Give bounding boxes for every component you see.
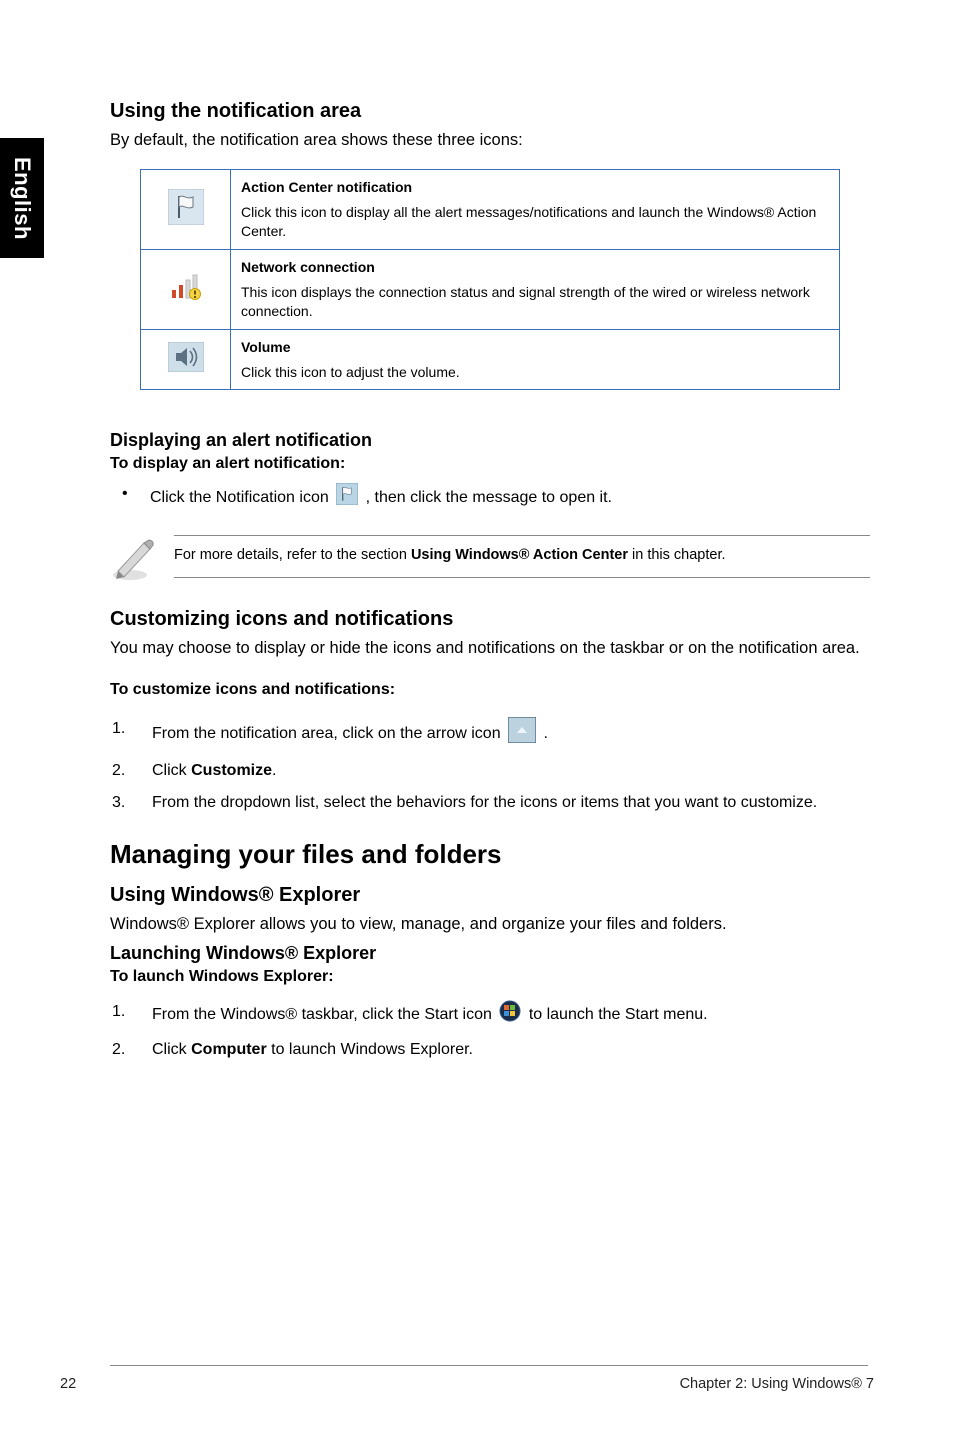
icon-cell-volume — [141, 329, 231, 390]
list-item: 1. From the Windows® taskbar, click the … — [110, 1000, 870, 1030]
cell-network: Network connection This icon displays th… — [231, 249, 840, 329]
page-number: 22 — [60, 1376, 76, 1392]
list-item: 2. Click Customize. — [110, 759, 870, 783]
subhead-display-alert: To display an alert notification: — [110, 455, 870, 473]
heading-using-explorer: Using Windows® Explorer — [110, 884, 870, 907]
text: , then click the message to open it. — [366, 489, 612, 506]
text: . — [272, 762, 276, 779]
text: For more details, refer to the section — [174, 547, 411, 563]
footer-divider — [110, 1365, 868, 1366]
cell-volume: Volume Click this icon to adjust the vol… — [231, 329, 840, 390]
lead-customizing: You may choose to display or hide the ic… — [110, 637, 870, 659]
volume-icon — [168, 342, 204, 372]
heading-notification-area: Using the notification area — [110, 100, 870, 123]
language-tab: English — [0, 138, 44, 258]
text: in this chapter. — [628, 547, 726, 563]
notification-icons-table: Action Center notification Click this ic… — [140, 169, 840, 390]
page-root: English Using the notification area By d… — [0, 0, 954, 1438]
text: . — [544, 725, 548, 742]
cell-title: Action Center notification — [241, 178, 829, 197]
icon-cell-action-center — [141, 170, 231, 250]
text: From the notification area, click on the… — [152, 725, 505, 742]
table-row: Action Center notification Click this ic… — [141, 170, 840, 250]
heading-managing-files: Managing your files and folders — [110, 839, 870, 870]
subhead-customize: To customize icons and notifications: — [110, 681, 870, 699]
divider — [174, 535, 870, 536]
cell-desc: Click this icon to display all the alert… — [241, 204, 816, 239]
list-item: Click the Notification icon , then click… — [114, 483, 870, 512]
list-item: 2. Click Computer to launch Windows Expl… — [110, 1038, 870, 1062]
text: to launch the Start menu. — [529, 1007, 708, 1024]
text-bold: Customize — [191, 762, 272, 779]
lead-explorer: Windows® Explorer allows you to view, ma… — [110, 913, 870, 935]
chapter-label: Chapter 2: Using Windows® 7 — [680, 1376, 874, 1392]
language-tab-label: English — [9, 157, 35, 240]
icon-cell-network — [141, 249, 231, 329]
text: to launch Windows Explorer. — [267, 1041, 473, 1058]
subhead-launch-explorer: To launch Windows Explorer: — [110, 968, 870, 986]
heading-displaying-alert: Displaying an alert notification — [110, 430, 870, 451]
note-text: For more details, refer to the section U… — [174, 546, 870, 566]
text: From the dropdown list, select the behav… — [152, 794, 817, 811]
alert-steps-list: Click the Notification icon , then click… — [114, 483, 870, 512]
number: 2. — [112, 1038, 125, 1062]
list-item: 3. From the dropdown list, select the be… — [110, 791, 870, 815]
heading-customizing: Customizing icons and notifications — [110, 608, 870, 631]
text-bold: Using Windows® Action Center — [411, 547, 628, 563]
cell-title: Volume — [241, 338, 829, 357]
arrow-tray-icon — [508, 717, 536, 751]
footer: 22 Chapter 2: Using Windows® 7 — [60, 1376, 874, 1392]
pencil-note-icon — [110, 533, 156, 586]
lead-notification-area: By default, the notification area shows … — [110, 129, 870, 151]
notification-flag-icon — [336, 483, 358, 512]
text-bold: Computer — [191, 1041, 267, 1058]
number: 3. — [112, 791, 125, 815]
heading-launching-explorer: Launching Windows® Explorer — [110, 943, 870, 964]
cell-desc: Click this icon to adjust the volume. — [241, 364, 460, 380]
text: From the Windows® taskbar, click the Sta… — [152, 1007, 496, 1024]
number: 2. — [112, 759, 125, 783]
number: 1. — [112, 717, 125, 741]
customize-steps-list: 1. From the notification area, click on … — [110, 717, 870, 815]
cell-desc: This icon displays the connection status… — [241, 284, 810, 319]
content-area: Using the notification area By default, … — [110, 100, 870, 1070]
start-orb-icon — [499, 1000, 521, 1030]
action-center-flag-icon — [168, 189, 204, 225]
table-row: Network connection This icon displays th… — [141, 249, 840, 329]
note-text-wrap: For more details, refer to the section U… — [174, 535, 870, 579]
text: Click — [152, 762, 191, 779]
table-row: Volume Click this icon to adjust the vol… — [141, 329, 840, 390]
cell-title: Network connection — [241, 258, 829, 277]
number: 1. — [112, 1000, 125, 1024]
divider — [174, 577, 870, 578]
cell-action-center: Action Center notification Click this ic… — [231, 170, 840, 250]
note-block: For more details, refer to the section U… — [110, 535, 870, 586]
list-item: 1. From the notification area, click on … — [110, 717, 870, 751]
network-connection-icon — [169, 272, 203, 302]
launch-steps-list: 1. From the Windows® taskbar, click the … — [110, 1000, 870, 1062]
text: Click the Notification icon — [150, 489, 333, 506]
text: Click — [152, 1041, 191, 1058]
